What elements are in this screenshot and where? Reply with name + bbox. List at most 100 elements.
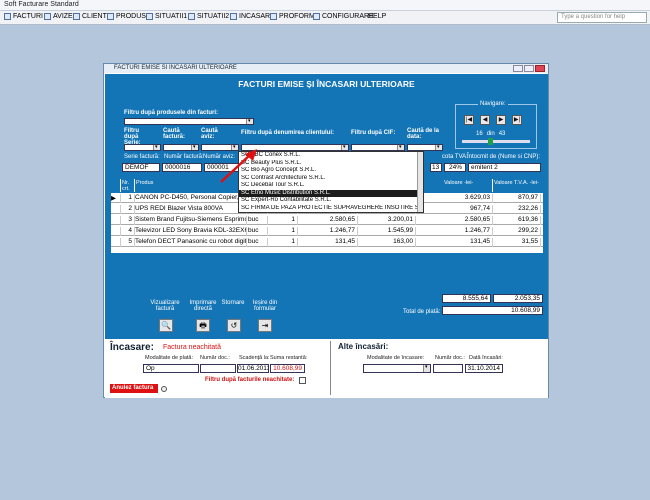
- cell-pret[interactable]: 131,45: [298, 238, 358, 247]
- filter-cif-combo[interactable]: [351, 144, 405, 151]
- scadenta-field[interactable]: 01.06.2013: [237, 364, 269, 373]
- chevron-down-icon[interactable]: [397, 144, 404, 150]
- cell-produs[interactable]: Sistem Brand Fujitsu-Siemens Esprimo P25…: [135, 216, 247, 225]
- menu-situatii2[interactable]: SITUATII2: [188, 13, 229, 20]
- cell-pret2[interactable]: 3.200,01: [358, 216, 416, 225]
- menu-situatii1[interactable]: SITUATII1: [146, 13, 187, 20]
- menu-incasari[interactable]: INCASARI: [230, 13, 272, 20]
- serie-field[interactable]: DEMOF: [122, 163, 160, 172]
- client-option[interactable]: SC Decebal Tour S.R.L.: [239, 182, 423, 190]
- table-row[interactable]: 5 Telefon DECT Panasonic cu robot digital…: [111, 237, 543, 247]
- cell-nr[interactable]: 5: [121, 238, 135, 247]
- cell-valoare[interactable]: 1.246,77: [443, 227, 493, 236]
- cell-valoare[interactable]: 3.629,03: [443, 194, 493, 203]
- storno-button[interactable]: ↺: [227, 319, 241, 332]
- cell-produs[interactable]: Televizor LED Sony Bravia KDL-32EX600, 3…: [135, 227, 247, 236]
- cancel-invoice-button[interactable]: Anulez factura: [110, 384, 158, 393]
- cell-nr[interactable]: 3: [121, 216, 135, 225]
- search-date-combo[interactable]: [407, 144, 443, 151]
- cell-selector[interactable]: ▶: [111, 194, 121, 203]
- cell-selector[interactable]: [111, 205, 121, 214]
- cell-pret[interactable]: 2.580,65: [298, 216, 358, 225]
- client-option[interactable]: SC FIRMA DE PAZA PROTECTIE SUPRAVEGHERE …: [239, 205, 423, 213]
- chevron-down-icon[interactable]: [435, 144, 442, 150]
- nav-last-button[interactable]: ▶|: [512, 115, 522, 125]
- client-option[interactable]: SC Etno Music Distribution S.R.L.: [239, 189, 423, 197]
- cell-nr[interactable]: 1: [121, 194, 135, 203]
- search-invoice-combo[interactable]: [163, 144, 199, 151]
- chevron-down-icon[interactable]: [341, 144, 348, 150]
- cell-cant[interactable]: 1: [268, 216, 298, 225]
- cell-valoare[interactable]: 967,74: [443, 205, 493, 214]
- close-button[interactable]: [535, 65, 545, 72]
- table-row[interactable]: 3Sistem Brand Fujitsu-Siemens Esprimo P2…: [111, 215, 543, 225]
- nav-slider[interactable]: [462, 138, 530, 145]
- cell-tva[interactable]: 299,22: [493, 227, 541, 236]
- nav-slider-thumb[interactable]: [488, 138, 493, 145]
- client-option[interactable]: SC Expert-Ro Contabilitate S.R.L.: [239, 197, 423, 205]
- report-icon: [146, 13, 153, 20]
- nr-doc-field[interactable]: [200, 364, 236, 373]
- client-option[interactable]: SC ABC Conex S.R.L.: [239, 152, 423, 160]
- menu-facturi[interactable]: FACTURI: [4, 13, 43, 20]
- menu-produse[interactable]: PRODUSE: [107, 13, 151, 20]
- cell-tva[interactable]: 232,26: [493, 205, 541, 214]
- alte-nr-doc-field[interactable]: [433, 364, 463, 373]
- cota-prefix-field[interactable]: 13: [430, 163, 442, 172]
- cell-tva[interactable]: 870,97: [493, 194, 541, 203]
- maximize-button[interactable]: [524, 65, 534, 72]
- chevron-down-icon[interactable]: [153, 144, 160, 150]
- cell-nr[interactable]: 4: [121, 227, 135, 236]
- cell-pret[interactable]: 1.246,77: [298, 227, 358, 236]
- minimize-button[interactable]: [513, 65, 523, 72]
- cota-field[interactable]: 24%: [444, 163, 466, 172]
- suma-restanta-field[interactable]: 10.608,99: [270, 364, 305, 373]
- menu-help[interactable]: HELP: [368, 13, 386, 20]
- cell-selector[interactable]: [111, 238, 121, 247]
- cell-um[interactable]: buc: [248, 216, 268, 225]
- filter-serie-combo[interactable]: [124, 144, 161, 151]
- chevron-down-icon[interactable]: [423, 364, 430, 372]
- nr-field[interactable]: 0000016: [162, 163, 202, 172]
- nav-next-button[interactable]: ▶: [496, 115, 506, 125]
- dropdown-scrollbar[interactable]: [417, 152, 423, 212]
- filter-products-combo[interactable]: [124, 118, 254, 125]
- mod-incasare-combo[interactable]: [363, 364, 431, 373]
- cell-produs[interactable]: UPS REDI Blazer Vista 800VA: [135, 205, 247, 214]
- cell-cant[interactable]: 1: [268, 238, 298, 247]
- view-invoice-button[interactable]: 🔍: [159, 319, 173, 332]
- client-option[interactable]: SC Beauty Plus S.R.L.: [239, 160, 423, 168]
- cell-tva[interactable]: 619,36: [493, 216, 541, 225]
- nav-first-button[interactable]: |◀: [464, 115, 474, 125]
- chevron-down-icon[interactable]: [246, 118, 253, 124]
- data-incasare-field[interactable]: 31.10.2014: [465, 364, 503, 373]
- cell-valoare[interactable]: 131,45: [443, 238, 493, 247]
- client-option[interactable]: SC Contrast Architecture S.R.L.: [239, 175, 423, 183]
- exit-button[interactable]: ⇥: [258, 319, 272, 332]
- cell-cant[interactable]: 1: [268, 227, 298, 236]
- menu-avize[interactable]: AVIZE: [44, 13, 73, 20]
- cell-um[interactable]: buc: [248, 227, 268, 236]
- menu-configurare[interactable]: CONFIGURARE: [313, 13, 374, 20]
- cell-selector[interactable]: [111, 216, 121, 225]
- help-search-input[interactable]: Type a question for help: [557, 12, 647, 23]
- cell-um[interactable]: buc: [248, 238, 268, 247]
- cancel-radio[interactable]: [161, 386, 167, 392]
- intocmit-field[interactable]: emitent 2: [468, 163, 541, 172]
- cell-pret2[interactable]: 1.545,99: [358, 227, 416, 236]
- mod-plata-field[interactable]: Op: [143, 364, 199, 373]
- cell-tva[interactable]: 31,55: [493, 238, 541, 247]
- table-row[interactable]: 4Televizor LED Sony Bravia KDL-32EX600, …: [111, 226, 543, 236]
- cell-valoare[interactable]: 2.580,65: [443, 216, 493, 225]
- print-button[interactable]: 🖶: [196, 319, 210, 332]
- cell-produs[interactable]: CANON PC-D450, Personal Copier, 22: [135, 194, 247, 203]
- nav-prev-button[interactable]: ◀: [480, 115, 490, 125]
- cell-produs[interactable]: Telefon DECT Panasonic cu robot digital: [135, 238, 247, 247]
- cell-nr[interactable]: 2: [121, 205, 135, 214]
- cell-selector[interactable]: [111, 227, 121, 236]
- client-option[interactable]: SC Bio Agro Concept S.R.L.: [239, 167, 423, 175]
- cell-pret2[interactable]: 163,00: [358, 238, 416, 247]
- menu-clienti[interactable]: CLIENTI: [73, 13, 109, 20]
- chevron-down-icon[interactable]: [191, 144, 198, 150]
- filter-unpaid-checkbox[interactable]: [299, 377, 306, 384]
